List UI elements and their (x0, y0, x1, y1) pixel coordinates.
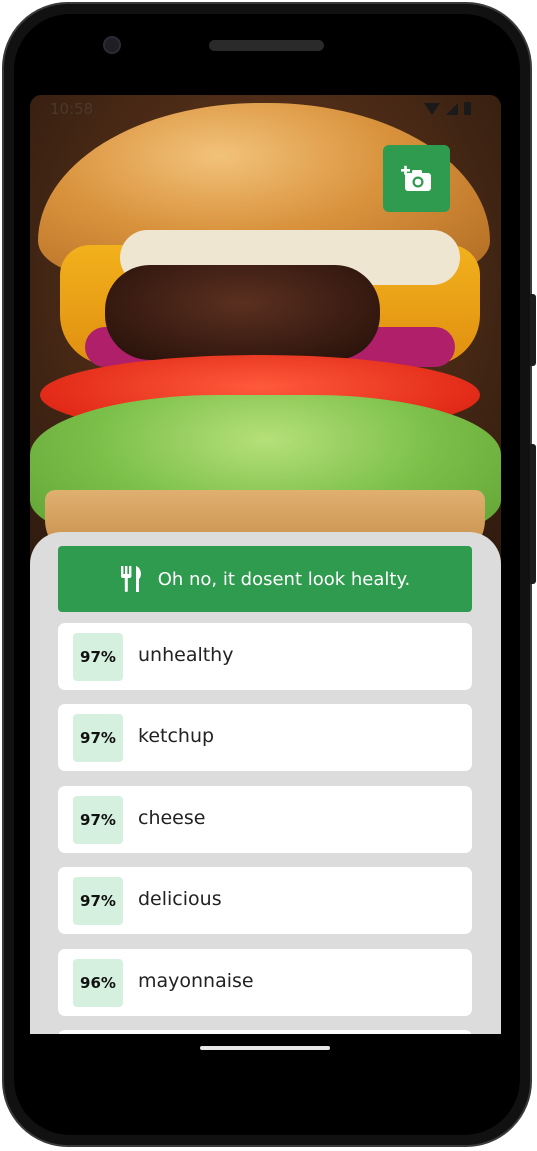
home-gesture-pill[interactable] (200, 1046, 330, 1050)
add-photo-camera-icon (400, 165, 431, 191)
front-camera (103, 36, 121, 54)
volume-button (530, 444, 536, 584)
wifi-icon (424, 102, 440, 115)
battery-icon (464, 102, 471, 115)
signal-icon (446, 102, 458, 115)
confidence-badge: 97% (73, 877, 123, 925)
confidence-badge: 97% (73, 796, 123, 844)
label-name: ketchup (138, 725, 215, 747)
confidence-badge: 97% (73, 633, 123, 681)
label-item[interactable]: 97% cheese (58, 786, 472, 853)
label-item[interactable]: 97% delicious (58, 867, 472, 934)
label-name: delicious (138, 888, 222, 910)
confidence-badge: 96% (73, 959, 123, 1007)
power-button (530, 294, 536, 366)
verdict-banner: Oh no, it dosent look healty. (58, 546, 472, 612)
app-screen: 10:58 Oh no, it dosent look healty. 97% … (30, 95, 501, 1034)
fork-knife-icon (120, 566, 141, 592)
earpiece-speaker (209, 40, 324, 51)
add-photo-button[interactable] (383, 145, 450, 212)
status-time: 10:58 (50, 100, 94, 118)
confidence-badge: 97% (73, 714, 123, 762)
label-item[interactable]: 96% mayonnaise (58, 949, 472, 1016)
results-sheet: Oh no, it dosent look healty. 97% unheal… (30, 532, 501, 1034)
navigation-bar (30, 1034, 501, 1074)
status-bar: 10:58 (30, 95, 501, 121)
verdict-message: Oh no, it dosent look healty. (157, 568, 411, 590)
label-item[interactable]: 97% ketchup (58, 704, 472, 771)
label-name: mayonnaise (138, 970, 254, 992)
label-name: unhealthy (138, 644, 234, 666)
label-item[interactable]: 97% unhealthy (58, 623, 472, 690)
label-name: cheese (138, 807, 206, 829)
